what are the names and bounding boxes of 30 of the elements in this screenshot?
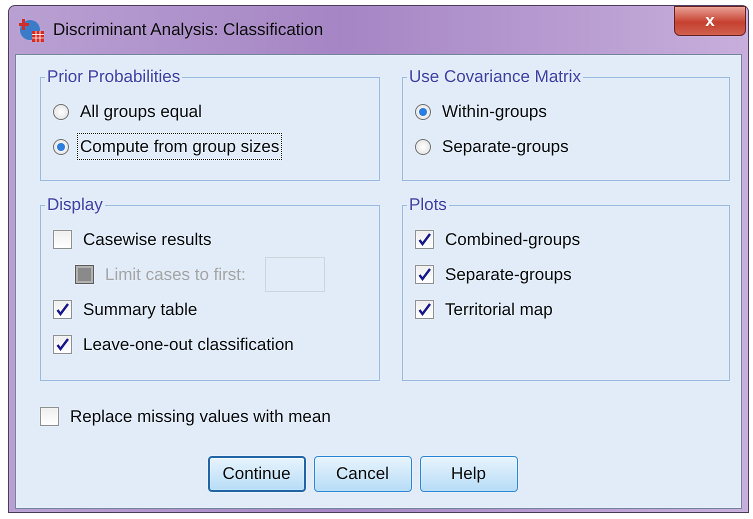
- checkbox-label: Leave-one-out classification: [82, 334, 295, 356]
- checkbox[interactable]: [415, 230, 434, 249]
- app-icon: [19, 17, 45, 43]
- checkbox-label: Casewise results: [82, 228, 212, 251]
- radio-button[interactable]: [53, 104, 69, 120]
- close-button[interactable]: x: [674, 6, 746, 36]
- radio-label: Within-groups: [441, 100, 548, 123]
- radio-button[interactable]: [53, 138, 69, 154]
- checkbox[interactable]: [53, 300, 72, 319]
- checkbox-label: Summary table: [82, 298, 198, 321]
- checkbox-label: Territorial map: [444, 298, 554, 321]
- checkbox[interactable]: [53, 230, 72, 249]
- dialog-button[interactable]: Continue: [208, 456, 306, 492]
- window-title: Discriminant Analysis: Classification: [53, 19, 324, 42]
- group-title: Display: [45, 195, 105, 215]
- checkbox-label: Replace missing values with mean: [69, 406, 332, 428]
- radio-button[interactable]: [415, 138, 431, 154]
- radio-label: Separate-groups: [441, 136, 570, 158]
- radio-label: All groups equal: [79, 100, 203, 123]
- radio-button[interactable]: [415, 104, 431, 120]
- checkbox-label: Separate-groups: [444, 264, 573, 286]
- dialog-button[interactable]: Help: [420, 456, 518, 492]
- checkbox[interactable]: [53, 335, 72, 354]
- checkbox[interactable]: [415, 300, 434, 319]
- radio-label: Compute from group sizes: [77, 132, 282, 160]
- checkbox-label: Limit cases to first:: [104, 264, 247, 286]
- checkbox[interactable]: [40, 407, 59, 426]
- checkbox[interactable]: [415, 265, 434, 284]
- dialog-button[interactable]: Cancel: [314, 456, 412, 492]
- checkbox-label: Combined-groups: [444, 228, 582, 251]
